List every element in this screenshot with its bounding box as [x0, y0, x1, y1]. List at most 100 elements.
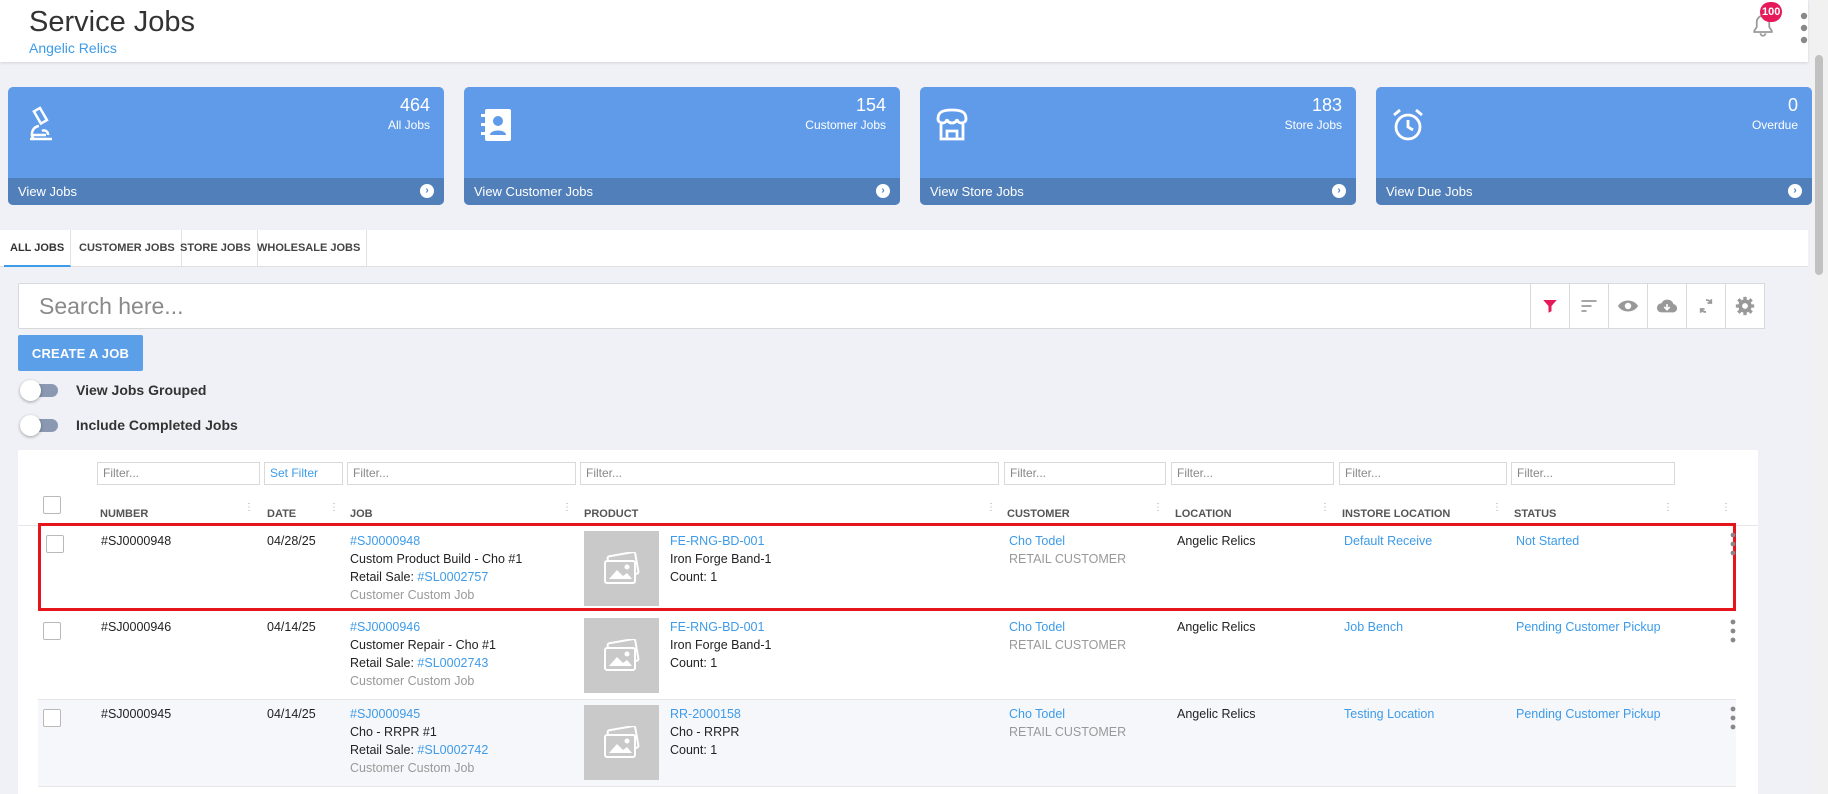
search-input[interactable]	[18, 283, 1553, 329]
scrollbar-thumb[interactable]	[1815, 55, 1823, 275]
column-menu-icon[interactable]: ⋮	[986, 503, 996, 513]
product-image-placeholder-icon[interactable]	[584, 618, 659, 693]
product-sku-link[interactable]: RR-2000158	[670, 705, 741, 723]
customer-filter-input[interactable]: Filter...	[1004, 462, 1166, 485]
column-menu-icon[interactable]: ⋮	[244, 503, 254, 513]
status-link[interactable]: Pending Customer Pickup	[1516, 618, 1661, 636]
store-name-link[interactable]: Angelic Relics	[29, 40, 117, 56]
create-job-button[interactable]: CREATE A JOB	[18, 335, 143, 371]
include-completed-toggle[interactable]	[20, 415, 58, 436]
table-row[interactable]: #SJ0000948 04/28/25 #SJ0000948 Custom Pr…	[38, 523, 1736, 611]
card-footer[interactable]: View Store Jobs ›	[920, 178, 1356, 205]
column-header-instore-location[interactable]: INSTORE LOCATION	[1342, 508, 1450, 520]
row-menu-icon[interactable]	[1730, 619, 1736, 643]
card-footer[interactable]: View Customer Jobs ›	[464, 178, 900, 205]
customer-link[interactable]: Cho Todel	[1009, 705, 1126, 723]
table-row[interactable]: #SJ0000945 04/14/25 #SJ0000945 Cho - RRP…	[38, 700, 1736, 787]
job-filter-input[interactable]: Filter...	[347, 462, 576, 485]
card-footer[interactable]: View Due Jobs ›	[1376, 178, 1812, 205]
product-sku-link[interactable]: FE-RNG-BD-001	[670, 618, 771, 636]
job-type: Customer Custom Job	[350, 761, 475, 775]
eye-icon[interactable]	[1608, 283, 1648, 329]
row-checkbox[interactable]	[46, 535, 64, 553]
tab-customer-jobs[interactable]: CUSTOMER JOBS	[73, 230, 182, 267]
column-menu-icon[interactable]: ⋮	[329, 503, 339, 513]
table-row[interactable]: #SJ0000946 04/14/25 #SJ0000946 Customer …	[38, 613, 1736, 700]
arrow-circle-right-icon[interactable]: ›	[1332, 184, 1346, 198]
job-type: Customer Custom Job	[350, 674, 475, 688]
number-filter-input[interactable]: Filter...	[97, 462, 260, 485]
row-menu-icon[interactable]	[1730, 706, 1736, 730]
column-menu-icon[interactable]: ⋮	[1153, 503, 1163, 513]
arrow-circle-right-icon[interactable]: ›	[876, 184, 890, 198]
card-label: Customer Jobs	[805, 118, 886, 132]
row-menu-icon[interactable]	[1730, 532, 1736, 556]
include-completed-toggle-row: Include Completed Jobs	[20, 413, 238, 437]
product-image-placeholder-icon[interactable]	[584, 531, 659, 606]
refresh-icon[interactable]	[1686, 283, 1726, 329]
view-due-jobs-link[interactable]: View Due Jobs	[1386, 184, 1472, 199]
view-customer-jobs-link[interactable]: View Customer Jobs	[474, 184, 593, 199]
sort-icon[interactable]	[1569, 283, 1609, 329]
settings-icon[interactable]	[1725, 283, 1765, 329]
job-number: #SJ0000945	[101, 707, 172, 721]
instore-location-link[interactable]: Testing Location	[1344, 705, 1434, 723]
status-link[interactable]: Pending Customer Pickup	[1516, 705, 1661, 723]
product-count: Count: 1	[670, 656, 718, 670]
job-title: Customer Repair - Cho #1	[350, 638, 496, 652]
column-header-location[interactable]: LOCATION	[1175, 508, 1232, 520]
select-all-checkbox[interactable]	[43, 496, 61, 514]
filter-icon[interactable]	[1530, 283, 1570, 329]
column-header-number[interactable]: NUMBER	[100, 508, 148, 520]
row-checkbox[interactable]	[43, 622, 61, 640]
page-scrollbar[interactable]	[1810, 0, 1828, 794]
tab-store-jobs[interactable]: STORE JOBS	[174, 230, 258, 267]
instore-location-filter-input[interactable]: Filter...	[1339, 462, 1507, 485]
column-header-product[interactable]: PRODUCT	[584, 508, 638, 520]
column-menu-icon[interactable]: ⋮	[562, 503, 572, 513]
column-header-job[interactable]: JOB	[350, 508, 373, 520]
column-menu-icon[interactable]: ⋮	[1492, 503, 1502, 513]
column-menu-icon[interactable]: ⋮	[1320, 503, 1330, 513]
product-sku-link[interactable]: FE-RNG-BD-001	[670, 532, 771, 550]
retail-sale-label: Retail Sale:	[350, 743, 414, 757]
view-grouped-toggle[interactable]	[20, 380, 58, 401]
retail-sale-link[interactable]: #SL0002742	[417, 743, 488, 757]
column-menu-icon[interactable]: ⋮	[1721, 503, 1731, 513]
card-footer[interactable]: View Jobs ›	[8, 178, 444, 205]
job-title: Custom Product Build - Cho #1	[350, 552, 523, 566]
retail-sale-link[interactable]: #SL0002743	[417, 656, 488, 670]
arrow-circle-right-icon[interactable]: ›	[1788, 184, 1802, 198]
column-header-date[interactable]: DATE	[267, 508, 296, 520]
customer-link[interactable]: Cho Todel	[1009, 532, 1126, 550]
retail-sale-link[interactable]: #SL0002757	[417, 570, 488, 584]
view-jobs-link[interactable]: View Jobs	[18, 184, 77, 199]
customer-link[interactable]: Cho Todel	[1009, 618, 1126, 636]
arrow-circle-right-icon[interactable]: ›	[420, 184, 434, 198]
job-id-link[interactable]: #SJ0000946	[350, 618, 496, 636]
job-id-link[interactable]: #SJ0000948	[350, 532, 522, 550]
more-menu-icon[interactable]	[1800, 12, 1808, 44]
instore-location-link[interactable]: Job Bench	[1344, 618, 1403, 636]
column-header-customer[interactable]: CUSTOMER	[1007, 508, 1070, 520]
product-filter-input[interactable]: Filter...	[580, 462, 999, 485]
page-header: Service Jobs Angelic Relics 100	[0, 0, 1808, 62]
tab-wholesale-jobs[interactable]: WHOLESALE JOBS	[251, 230, 368, 267]
row-checkbox[interactable]	[43, 709, 61, 727]
column-header-status[interactable]: STATUS	[1514, 508, 1556, 520]
location-filter-input[interactable]: Filter...	[1171, 462, 1334, 485]
job-id-link[interactable]: #SJ0000945	[350, 705, 488, 723]
status-link[interactable]: Not Started	[1516, 532, 1579, 550]
tab-all-jobs[interactable]: ALL JOBS	[4, 230, 72, 267]
card-count: 464	[399, 95, 430, 115]
date-set-filter[interactable]: Set Filter	[264, 462, 343, 485]
product-image-placeholder-icon[interactable]	[584, 705, 659, 780]
microscope-icon	[20, 105, 60, 145]
cloud-download-icon[interactable]	[1647, 283, 1687, 329]
page-title: Service Jobs	[29, 6, 196, 38]
column-menu-icon[interactable]: ⋮	[1663, 503, 1673, 513]
view-store-jobs-link[interactable]: View Store Jobs	[930, 184, 1024, 199]
view-grouped-toggle-row: View Jobs Grouped	[20, 378, 206, 402]
status-filter-input[interactable]: Filter...	[1511, 462, 1675, 485]
instore-location-link[interactable]: Default Receive	[1344, 532, 1432, 550]
